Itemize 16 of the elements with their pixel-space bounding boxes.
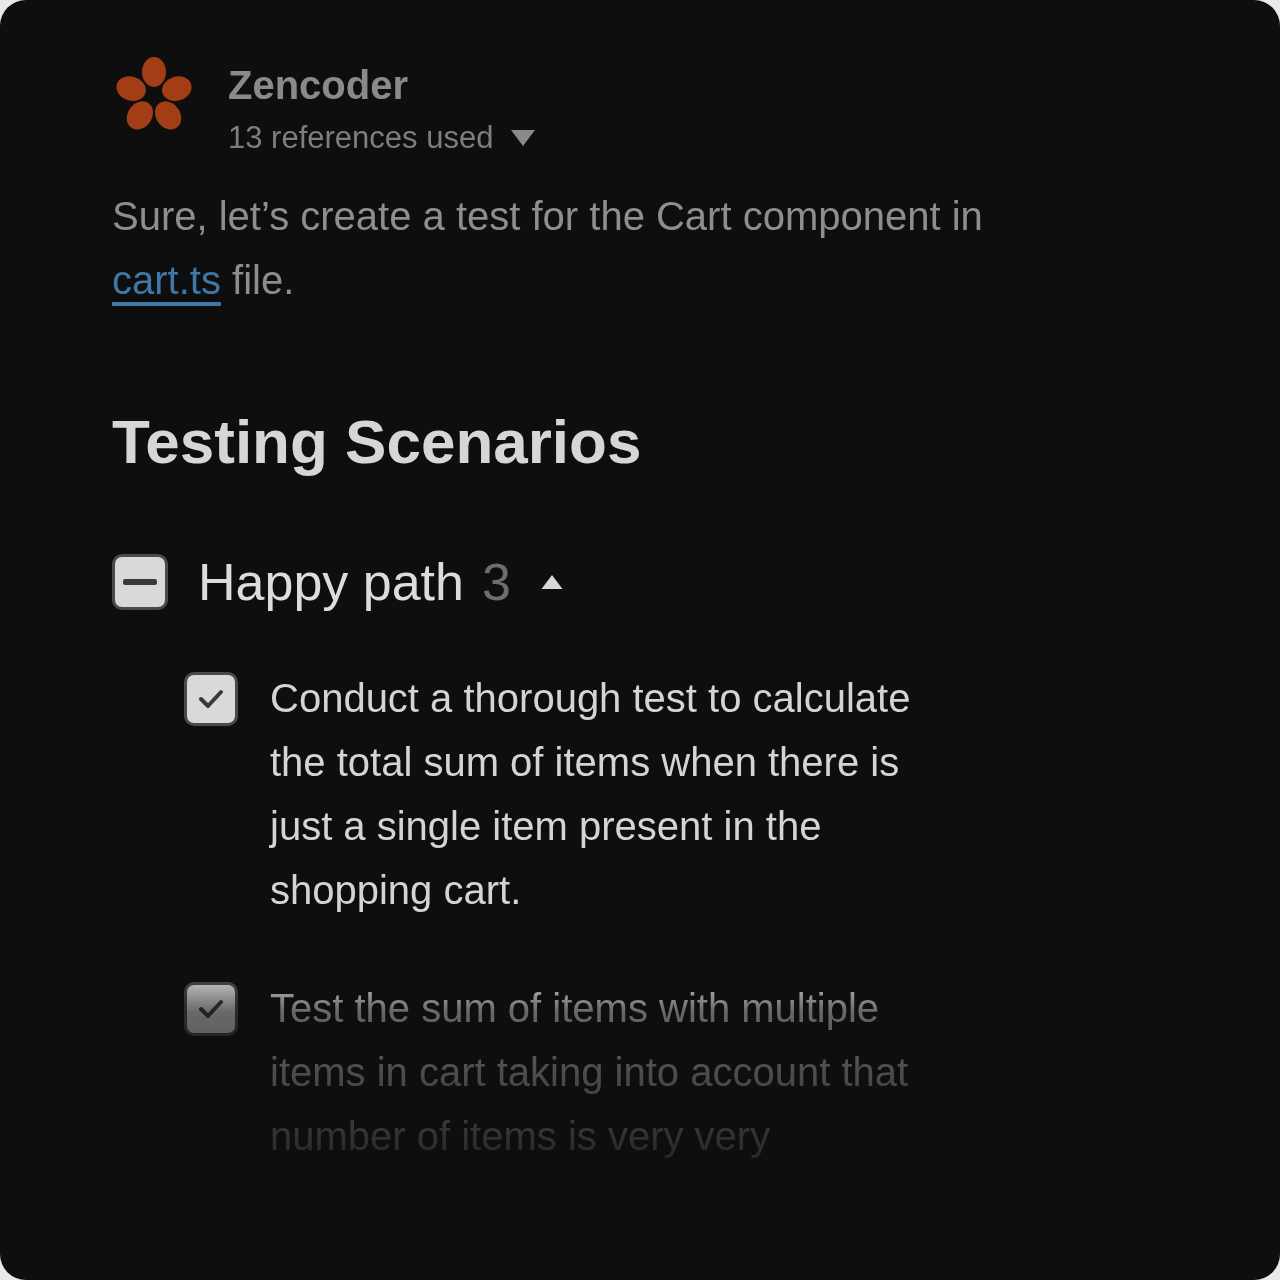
message-text: Sure, let’s create a test for the Cart component in cart.ts file. <box>112 193 984 304</box>
task-checkbox[interactable] <box>184 672 238 726</box>
caret-icon[interactable] <box>540 575 563 589</box>
group-title: Happy path <box>198 552 464 612</box>
section-heading: Testing Scenarios <box>112 406 643 478</box>
file-link[interactable]: cart.ts <box>112 258 221 302</box>
minus-icon <box>123 579 157 585</box>
check-icon <box>198 999 224 1019</box>
group-checkbox[interactable] <box>112 554 168 610</box>
caret-icon[interactable] <box>511 130 536 146</box>
check-icon <box>198 689 224 709</box>
task-text: Conduct a thorough test to calculate the total sum of items when there is just a single item present in the shopping cart. <box>270 675 912 914</box>
group-count: 3 <box>481 552 511 612</box>
assistant-name: Zencoder <box>228 62 410 109</box>
task-checkbox[interactable] <box>184 982 238 1036</box>
references-toggle[interactable]: 13 references used <box>228 116 494 160</box>
